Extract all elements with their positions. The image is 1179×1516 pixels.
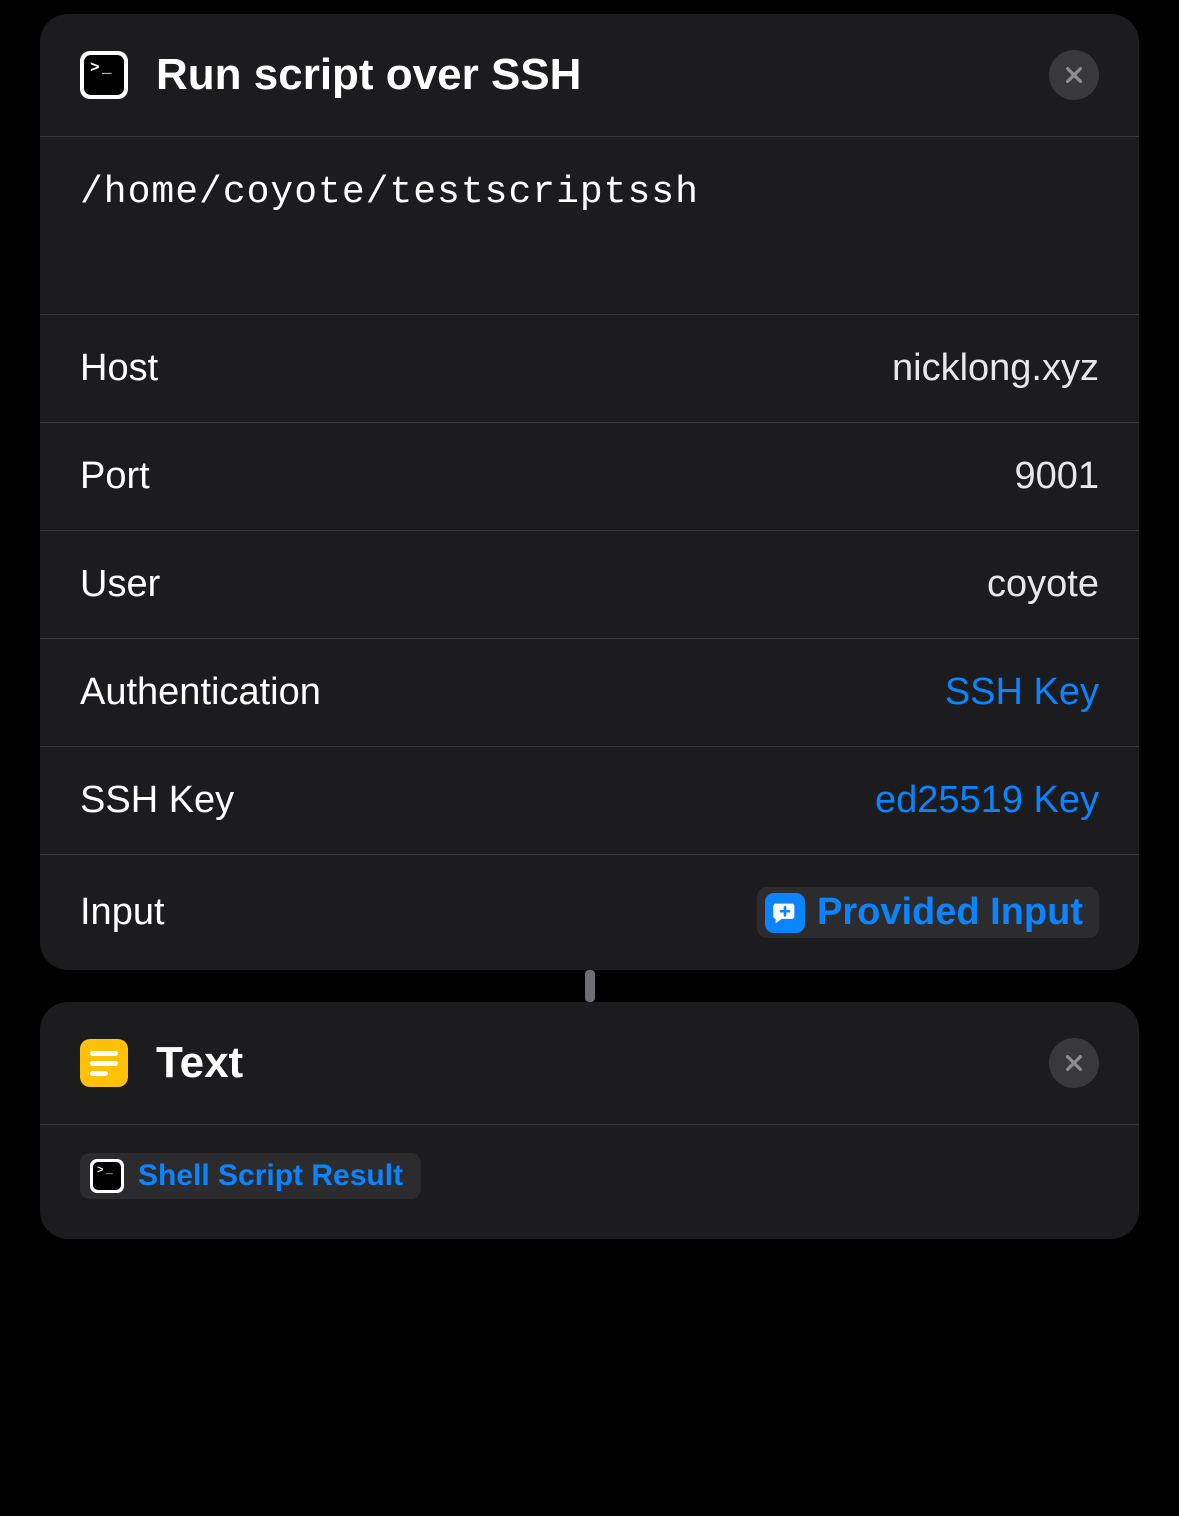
workflow-connector-mid xyxy=(585,970,595,1002)
input-token-text: Provided Input xyxy=(817,891,1083,934)
text-body[interactable]: Shell Script Result xyxy=(40,1125,1139,1239)
close-button[interactable] xyxy=(1049,1038,1099,1088)
input-label: Input xyxy=(80,891,165,934)
terminal-icon xyxy=(80,51,128,99)
user-label: User xyxy=(80,563,160,606)
host-row[interactable]: Host nicklong.xyz xyxy=(40,315,1139,423)
user-row[interactable]: User coyote xyxy=(40,531,1139,639)
user-value[interactable]: coyote xyxy=(987,563,1099,606)
port-value[interactable]: 9001 xyxy=(1014,455,1099,498)
ssh-key-row[interactable]: SSH Key ed25519 Key xyxy=(40,747,1139,855)
input-token[interactable]: Provided Input xyxy=(757,887,1099,938)
text-action-card[interactable]: Text Shell Script Result xyxy=(40,1002,1139,1239)
host-label: Host xyxy=(80,347,158,390)
shell-script-result-token[interactable]: Shell Script Result xyxy=(80,1153,421,1199)
ssh-key-label: SSH Key xyxy=(80,779,234,822)
close-icon xyxy=(1063,64,1085,86)
authentication-label: Authentication xyxy=(80,671,321,714)
authentication-row[interactable]: Authentication SSH Key xyxy=(40,639,1139,747)
plus-badge-icon xyxy=(765,893,805,933)
text-action-title: Text xyxy=(156,1038,1049,1088)
ssh-action-title: Run script over SSH xyxy=(156,50,1049,100)
ssh-action-header[interactable]: Run script over SSH xyxy=(40,14,1139,137)
host-value[interactable]: nicklong.xyz xyxy=(892,347,1099,390)
ssh-key-value[interactable]: ed25519 Key xyxy=(875,779,1099,822)
input-row[interactable]: Input Provided Input xyxy=(40,855,1139,970)
terminal-icon xyxy=(90,1159,124,1193)
script-text: /home/coyote/testscriptssh xyxy=(80,171,1099,214)
close-button[interactable] xyxy=(1049,50,1099,100)
result-token-text: Shell Script Result xyxy=(138,1159,403,1193)
ssh-action-card[interactable]: Run script over SSH /home/coyote/testscr… xyxy=(40,14,1139,970)
port-label: Port xyxy=(80,455,150,498)
text-icon xyxy=(80,1039,128,1087)
close-icon xyxy=(1063,1052,1085,1074)
text-action-header[interactable]: Text xyxy=(40,1002,1139,1125)
authentication-value[interactable]: SSH Key xyxy=(945,671,1099,714)
port-row[interactable]: Port 9001 xyxy=(40,423,1139,531)
script-body[interactable]: /home/coyote/testscriptssh xyxy=(40,137,1139,315)
